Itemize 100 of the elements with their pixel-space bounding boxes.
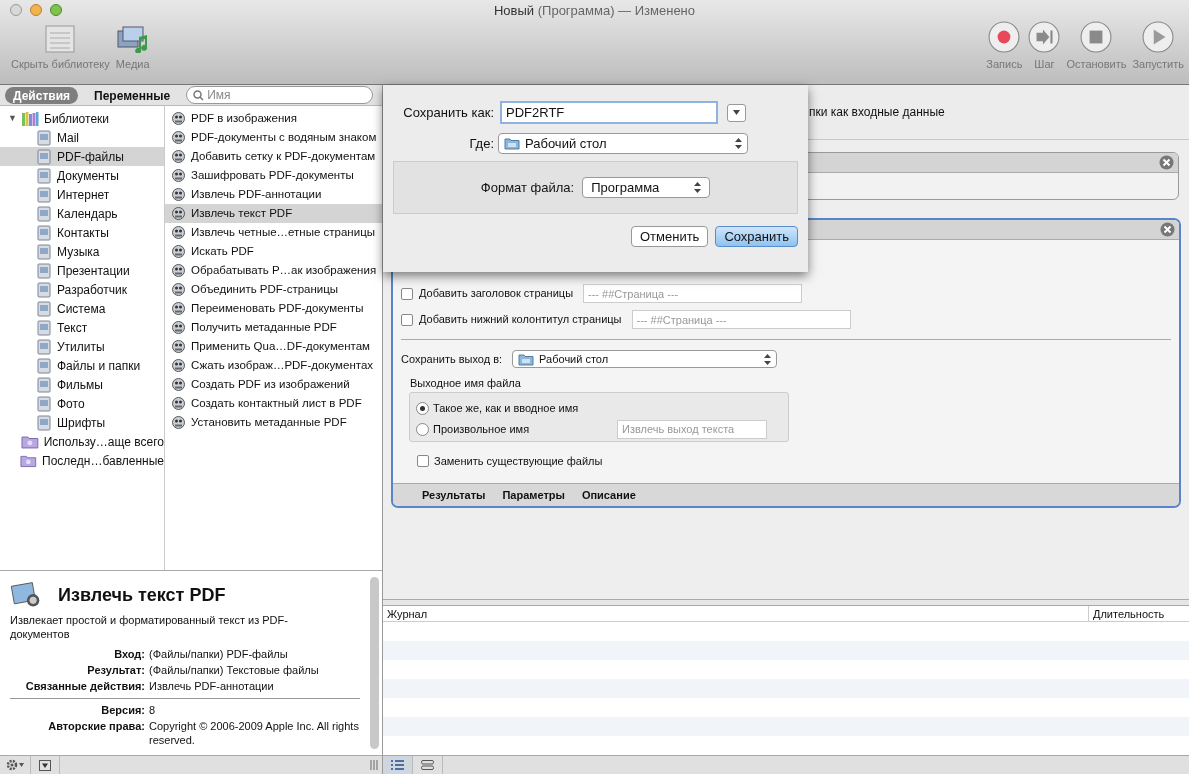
library-item[interactable]: ▼ Библиотеки — [0, 109, 164, 128]
gear-icon — [6, 759, 18, 771]
library-icon — [36, 300, 52, 317]
action-item[interactable]: Применить Qua…DF-документам — [165, 337, 382, 356]
text-field[interactable]: --- ##Страница --- — [583, 284, 803, 303]
tab[interactable]: Переменные — [86, 86, 179, 104]
action-description: Извлекает простой и форматированный текст из PDF-документов — [10, 613, 289, 641]
action-item[interactable]: Получить метаданные PDF — [165, 318, 382, 337]
close-window-button[interactable] — [10, 4, 22, 17]
library-item[interactable]: Презентации — [0, 261, 164, 280]
action-item[interactable]: Извлечь четные…етные страницы — [165, 223, 382, 242]
library-item[interactable]: Фото — [0, 394, 164, 413]
save-button[interactable]: Сохранить — [715, 226, 798, 247]
library-item[interactable]: Документы — [0, 166, 164, 185]
action-item[interactable]: Обрабатывать P…ак изображения — [165, 261, 382, 280]
field-label: Связанные действия: — [24, 679, 145, 694]
action-item[interactable]: Извлечь PDF-аннотации — [165, 185, 382, 204]
splitter[interactable] — [383, 599, 1189, 606]
action-title: Извлечь текст PDF — [58, 587, 226, 603]
column-header[interactable]: Длительность — [1089, 606, 1189, 621]
checkbox[interactable] — [401, 313, 413, 326]
checkbox[interactable] — [401, 287, 413, 300]
action-item[interactable]: Искать PDF — [165, 242, 382, 261]
updown-arrows-icon — [735, 138, 742, 149]
text-field[interactable]: --- ##Страница --- — [631, 310, 851, 329]
action-item[interactable]: Создать контактный лист в PDF — [165, 394, 382, 413]
action-card[interactable] — [391, 218, 1181, 508]
footer-tab[interactable]: Результаты — [422, 486, 486, 504]
library-item[interactable]: Интернет — [0, 185, 164, 204]
checkbox[interactable] — [417, 454, 429, 467]
action-item[interactable]: Установить метаданные PDF — [165, 413, 382, 432]
field-value: (Файлы/папки) PDF-файлы — [149, 647, 288, 662]
library-item[interactable]: Использу…аще всего — [0, 432, 164, 451]
resize-handle-icon[interactable] — [370, 760, 378, 770]
library-item[interactable]: Текст — [0, 318, 164, 337]
field-value: Copyright © 2006-2009 Apple Inc. All rights reserved. — [149, 719, 359, 747]
field-label: Где: — [468, 134, 494, 153]
action-item[interactable]: Зашифровать PDF-документы — [165, 166, 382, 185]
close-icon[interactable] — [1159, 155, 1174, 170]
radio-button[interactable] — [416, 401, 429, 415]
location-popup[interactable]: Рабочий стол — [512, 350, 778, 368]
expand-button[interactable] — [727, 103, 746, 122]
disclosure-triangle-icon[interactable]: ▼ — [8, 111, 16, 126]
folder-icon — [504, 137, 520, 150]
library-item-label: PDF-файлы — [57, 148, 124, 166]
library-icon — [36, 224, 52, 241]
location-popup[interactable]: Рабочий стол — [498, 133, 748, 154]
filename-field[interactable]: PDF2RTF — [500, 101, 718, 124]
library-icon — [36, 148, 52, 165]
action-item[interactable]: Добавить сетку к PDF-документам — [165, 147, 382, 166]
stop-icon — [1080, 20, 1113, 53]
library-item[interactable]: Календарь — [0, 204, 164, 223]
radio-button[interactable] — [416, 422, 429, 436]
folder-icon — [518, 352, 535, 366]
library-item[interactable]: Разработчик — [0, 280, 164, 299]
library-item-label: Библиотеки — [44, 110, 109, 128]
action-item[interactable]: Извлечь текст PDF — [165, 204, 382, 223]
action-item[interactable]: Объединить PDF-страницы — [165, 280, 382, 299]
library-item-label: Документы — [57, 167, 119, 185]
updown-arrows-icon — [764, 353, 772, 365]
minimize-window-button[interactable] — [30, 4, 42, 17]
library-icon — [36, 167, 52, 184]
cancel-button[interactable]: Отменить — [631, 226, 709, 247]
column-header[interactable]: Журнал — [383, 606, 1089, 621]
library-icon — [36, 262, 52, 279]
library-item[interactable]: Mail — [0, 128, 164, 147]
action-item[interactable]: Создать PDF из изображений — [165, 375, 382, 394]
library-item-label: Шрифты — [57, 414, 106, 432]
library-item[interactable]: Утилиты — [0, 337, 164, 356]
library-item[interactable]: Контакты — [0, 223, 164, 242]
field-value: (Файлы/папки) Текстовые файлы — [149, 663, 319, 678]
library-item-label: Фильмы — [57, 376, 103, 394]
library-icon — [36, 395, 52, 412]
close-icon[interactable] — [1160, 222, 1175, 237]
library-panel-icon — [45, 24, 76, 53]
library-item-label: Mail — [57, 129, 79, 147]
library-item[interactable]: Система — [0, 299, 164, 318]
footer-tab[interactable]: Описание — [581, 486, 636, 504]
library-item[interactable]: Шрифты — [0, 413, 164, 432]
scrollbar[interactable] — [370, 577, 379, 749]
text-field[interactable]: Извлечь выход текста — [617, 419, 767, 439]
field-label: Вход: — [113, 647, 145, 662]
library-item[interactable]: Фильмы — [0, 375, 164, 394]
zoom-window-button[interactable] — [50, 4, 62, 17]
action-item[interactable]: PDF-документы с водяным знаком — [165, 128, 382, 147]
list-view-button[interactable] — [383, 756, 413, 774]
field-label: Результат: — [86, 663, 145, 678]
format-popup[interactable]: Программа — [582, 177, 711, 198]
field-label: Формат файла: — [480, 178, 575, 197]
library-item-label: Текст — [57, 319, 88, 337]
library-item[interactable]: Музыка — [0, 242, 164, 261]
library-item[interactable]: Последн…бавленные — [0, 451, 164, 470]
tab[interactable]: Действия — [5, 86, 79, 104]
action-item[interactable]: Сжать изображ…PDF-документах — [165, 356, 382, 375]
footer-tab[interactable]: Параметры — [502, 486, 565, 504]
action-item[interactable]: Переименовать PDF-документы — [165, 299, 382, 318]
action-item[interactable]: PDF в изображения — [165, 109, 382, 128]
library-item-label: Контакты — [57, 224, 109, 242]
library-item[interactable]: PDF-файлы — [0, 147, 164, 166]
library-item[interactable]: Файлы и папки — [0, 356, 164, 375]
